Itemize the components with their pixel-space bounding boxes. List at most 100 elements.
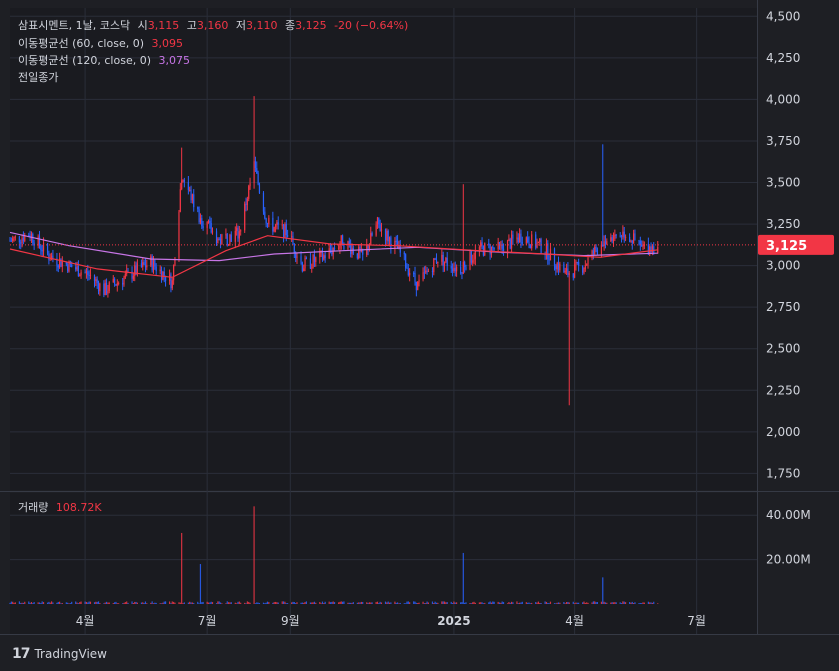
volume-bar (501, 601, 503, 604)
candle-body (71, 264, 73, 268)
candle-body (309, 258, 312, 269)
candle-body (606, 241, 608, 245)
ma60-legend[interactable]: 이동평균선 (60, close, 0) 3,095 (18, 36, 183, 52)
candle-body (481, 242, 483, 247)
volume-bar (178, 602, 180, 604)
volume-bar (375, 602, 377, 604)
volume-bar (521, 601, 523, 604)
candle-body (49, 259, 51, 261)
tradingview-logo[interactable]: 17 TradingView (12, 646, 107, 662)
volume-bar (643, 602, 645, 604)
volume-bar (230, 602, 232, 604)
volume-bar (191, 602, 193, 604)
volume-bar (540, 602, 542, 604)
candle-body (403, 252, 405, 255)
volume-bar (134, 601, 136, 604)
volume-bar (339, 601, 341, 604)
volume-bar (173, 601, 175, 604)
candle-body (122, 282, 124, 285)
candle-body (105, 282, 108, 294)
volume-bar (337, 602, 340, 604)
volume-bar (10, 601, 12, 604)
price-tick-label: 4,500 (766, 9, 800, 23)
candle-body (328, 248, 330, 259)
volume-bar (105, 601, 108, 604)
candle-body (181, 180, 183, 190)
candle-body (274, 225, 277, 228)
candle-body (20, 242, 22, 244)
volume-pane[interactable] (10, 493, 757, 634)
candle-body (264, 211, 266, 219)
ma120-legend[interactable]: 이동평균선 (120, close, 0) 3,075 (18, 53, 190, 69)
volume-legend[interactable]: 거래량 108.72K (18, 500, 102, 516)
candle-body (221, 234, 223, 245)
candle-body (431, 271, 434, 273)
candle-body (155, 266, 157, 272)
candle-body (414, 273, 416, 282)
volume-bar (127, 602, 129, 604)
volume-bar (319, 601, 321, 604)
volume-bar (329, 602, 332, 604)
candle-body (282, 224, 285, 239)
candle-body (548, 259, 550, 261)
volume-bar (350, 602, 352, 604)
volume-bar (520, 602, 522, 604)
candle-body (312, 254, 314, 268)
volume-bar (490, 602, 493, 604)
chart[interactable]: 4,500 4,250 4,000 3,750 3,500 3,250 3,000 2,750… (0, 0, 839, 671)
volume-bar (547, 602, 549, 604)
candle-body (422, 272, 424, 280)
candle-body (622, 231, 624, 237)
candle-body (229, 234, 231, 245)
candle-body (519, 233, 521, 243)
volume-bar (207, 602, 210, 604)
volume-bar (217, 601, 219, 604)
prev-close-legend[interactable]: 전일종가 (18, 70, 58, 86)
volume-bar (93, 602, 96, 604)
candle-body (356, 253, 358, 259)
candle-body (510, 234, 513, 249)
candle-body (136, 263, 139, 275)
volume-bar (168, 601, 171, 604)
volume-bar (122, 603, 124, 604)
tradingview-icon: 17 (12, 646, 31, 662)
volume-bar (549, 601, 552, 604)
candle-body (576, 261, 578, 263)
volume-bar (285, 603, 287, 604)
volume-bar (181, 532, 183, 604)
volume-bar (248, 601, 250, 604)
candle-body (465, 267, 467, 270)
candle-body (413, 272, 415, 274)
candle-body (469, 251, 471, 270)
candle-body (144, 264, 147, 268)
candle-body (268, 217, 270, 224)
volume-bar (103, 603, 105, 604)
symbol-name[interactable]: 삼표시멘트, 1날, 코스닥 (18, 19, 130, 32)
volume-bar (190, 602, 192, 604)
candle-body (423, 272, 426, 274)
volume-bar (582, 602, 584, 604)
volume-bar (331, 601, 333, 604)
ma60-value: 3,095 (151, 37, 184, 50)
volume-bar (221, 603, 223, 604)
volume-bar (238, 601, 240, 604)
volume-bar (545, 601, 548, 604)
price-tick-label: 3,750 (766, 134, 800, 148)
volume-bar (206, 601, 208, 604)
time-tick-label: 2025 (437, 614, 470, 628)
volume-bar (84, 601, 86, 604)
candle-body (193, 194, 195, 208)
volume-bar (568, 602, 570, 604)
volume-bar (583, 601, 585, 604)
volume-bar (71, 601, 73, 604)
volume-bar (451, 603, 454, 604)
volume-bar (240, 602, 242, 604)
volume-bar (379, 601, 381, 604)
volume-bar (565, 601, 568, 604)
volume-bar (417, 602, 419, 604)
candle-body (140, 263, 143, 267)
candle-body (95, 279, 97, 281)
volume-bar (614, 602, 616, 604)
candle-body (508, 239, 510, 241)
volume-bar (519, 602, 521, 604)
